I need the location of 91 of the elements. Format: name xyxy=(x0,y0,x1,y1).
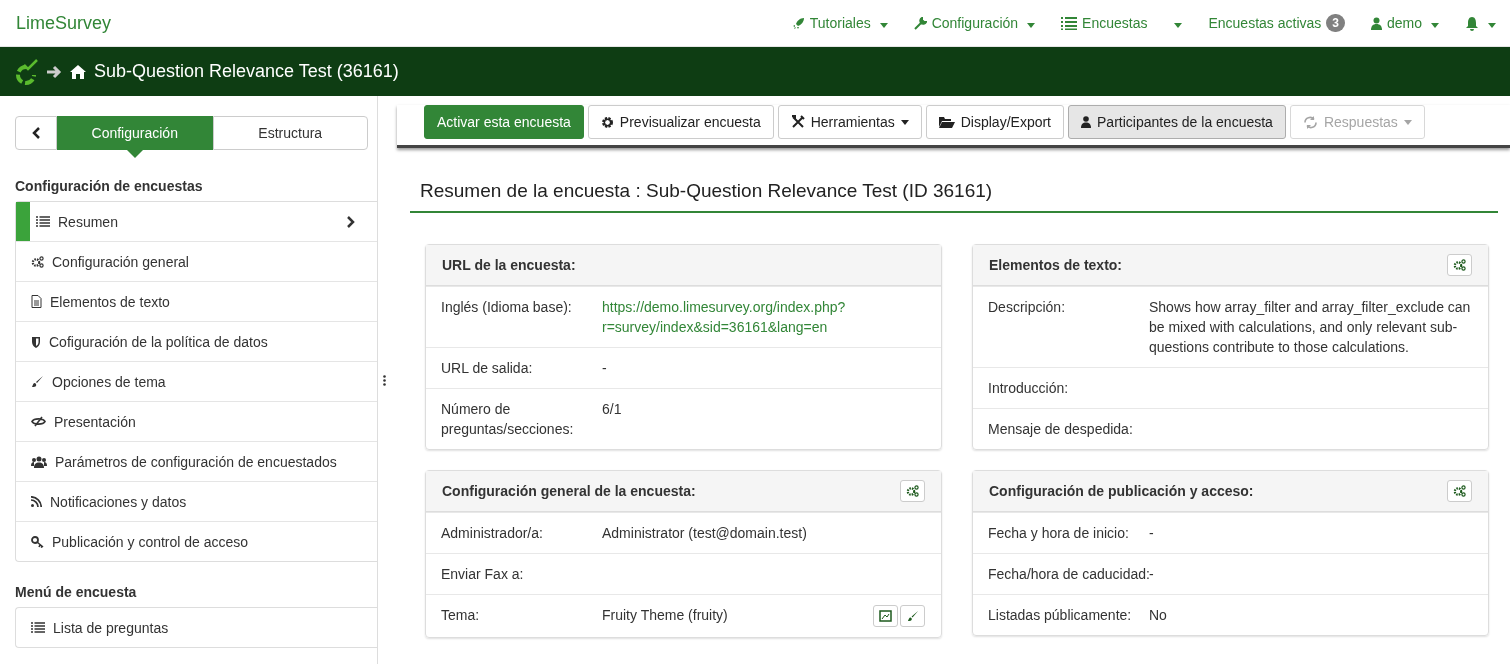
brush-icon xyxy=(31,375,44,388)
toolbar-button[interactable]: Herramientas xyxy=(777,105,922,139)
field-value: - xyxy=(1149,524,1155,543)
sidebar-item[interactable]: Presentación xyxy=(16,401,377,441)
sidebar-item[interactable]: Cofiguración de la política de datos xyxy=(16,321,377,361)
card-title: URL de la encuesta: xyxy=(442,257,577,273)
field-value: Fruity Theme (fruity) xyxy=(602,606,729,625)
user-icon xyxy=(1370,16,1382,30)
sidebar-tab[interactable]: Estructura xyxy=(212,116,368,150)
arrow-right-icon xyxy=(46,64,62,79)
chevron-right-icon xyxy=(347,215,355,228)
toolbar-button[interactable]: Display/Export xyxy=(925,105,1064,139)
field-value: No xyxy=(1149,606,1168,625)
folder-icon xyxy=(938,116,955,128)
brand-logo[interactable]: LimeSurvey xyxy=(16,12,112,34)
count-badge: 3 xyxy=(1326,14,1345,32)
list-icon xyxy=(36,216,50,227)
nav-menu-item[interactable]: Configuración xyxy=(913,15,1036,31)
tab-pointer xyxy=(126,150,143,158)
rss-icon xyxy=(31,496,42,507)
field-value: - xyxy=(1149,565,1155,584)
field-label: Administrador/a: xyxy=(441,524,544,543)
drag-handle-icon[interactable] xyxy=(382,374,386,386)
field-label: Listadas públicamente: xyxy=(988,606,1133,625)
toolbar-button[interactable]: Activar esta encuesta xyxy=(424,105,584,139)
nav-menu-item[interactable]: Encuestas xyxy=(1061,15,1183,31)
field-label: Introducción: xyxy=(988,379,1070,398)
nav-menu-item[interactable]: Encuestas activas 3 xyxy=(1208,14,1345,32)
field-label: Tema: xyxy=(441,606,481,625)
field-label: Número de preguntas/secciones: xyxy=(441,400,575,439)
field-value: 6/1 xyxy=(602,400,623,419)
refresh-icon xyxy=(1302,115,1318,129)
user-icon xyxy=(1081,116,1091,128)
card-title: Configuración general de la encuesta: xyxy=(442,483,697,499)
sidebar-item[interactable]: Notificaciones y datos xyxy=(16,481,377,521)
image-icon xyxy=(879,610,892,622)
settings-button[interactable] xyxy=(1447,480,1472,502)
survey-title: Sub-Question Relevance Test (36161) xyxy=(94,61,399,82)
collapse-button[interactable] xyxy=(15,116,57,150)
sidebar-tab[interactable]: Configuración xyxy=(57,116,213,150)
users-icon xyxy=(31,455,47,468)
field-label: Descripción: xyxy=(988,298,1067,317)
shield-icon xyxy=(31,335,41,348)
field-label: Mensaje de despedida: xyxy=(988,420,1134,439)
chevron-left-icon xyxy=(32,127,40,139)
eye-slash-icon xyxy=(31,416,46,427)
nav-menu-item[interactable]: Tutoriales xyxy=(791,15,888,31)
key-icon xyxy=(31,535,44,548)
page-heading: Resumen de la encuesta : Sub-Question Relevance Test (ID 36161) xyxy=(410,148,1498,213)
tools-icon xyxy=(790,115,805,129)
survey-link[interactable]: https://demo.limesurvey.org/index.php?r=survey/index&sid=36161&lang=en xyxy=(602,297,925,337)
field-label: URL de salida: xyxy=(441,359,534,378)
field-value: Administrator (test@domain.test) xyxy=(602,524,808,543)
field-label: Fecha y hora de inicio: xyxy=(988,524,1130,543)
sidebar-item[interactable]: Parámetros de configuración de encuestados xyxy=(16,441,377,481)
gear-icon xyxy=(600,115,614,129)
bell-icon xyxy=(1465,15,1479,31)
field-value: Shows how array_filter and array_filter_exclude can be mixed with calculations, and only relevant sub-questions contribute to those calculations. xyxy=(1149,298,1472,357)
field-label: Enviar Fax a: xyxy=(441,565,525,584)
wrench-icon xyxy=(913,16,927,30)
settings-button[interactable] xyxy=(900,480,925,502)
limesurvey-logo-icon[interactable] xyxy=(14,58,38,85)
field-value: - xyxy=(602,359,608,378)
gears-icon xyxy=(906,485,919,497)
notifications-button[interactable] xyxy=(1465,15,1496,31)
toolbar-button[interactable]: Participantes de la encuesta xyxy=(1068,105,1286,139)
settings-button[interactable] xyxy=(1447,254,1472,276)
card-title: Configuración de publicación y acceso: xyxy=(989,483,1255,499)
document-icon xyxy=(31,295,42,308)
gears-icon xyxy=(1453,259,1466,271)
theme-preview-button[interactable] xyxy=(873,605,898,627)
theme-edit-button[interactable] xyxy=(900,605,925,627)
gears-icon xyxy=(1453,485,1466,497)
field-label: Inglés (Idioma base): xyxy=(441,298,573,317)
toolbar-button[interactable]: Previsualizar encuesta xyxy=(587,105,774,139)
sidebar-item[interactable]: Configuración general xyxy=(16,241,377,281)
card-title: Elementos de texto: xyxy=(989,257,1124,273)
gears-icon xyxy=(31,255,44,268)
sidebar-item[interactable]: Publicación y control de acceso xyxy=(16,521,377,561)
list-icon xyxy=(31,622,45,633)
home-icon[interactable] xyxy=(70,64,86,79)
section-heading: Menú de encuesta xyxy=(15,584,138,600)
brush-icon xyxy=(906,610,919,622)
list-icon xyxy=(1061,16,1078,30)
field-label: Fecha/hora de caducidad: xyxy=(988,565,1149,584)
nav-menu-item[interactable]: demo xyxy=(1370,15,1439,31)
sidebar-item[interactable]: Resumen xyxy=(16,202,377,241)
sidebar-item[interactable]: Lista de preguntas xyxy=(16,608,377,647)
sidebar-item[interactable]: Opciones de tema xyxy=(16,361,377,401)
section-heading: Configuración de encuestas xyxy=(15,178,204,194)
sidebar-item[interactable]: Elementos de texto xyxy=(16,281,377,321)
